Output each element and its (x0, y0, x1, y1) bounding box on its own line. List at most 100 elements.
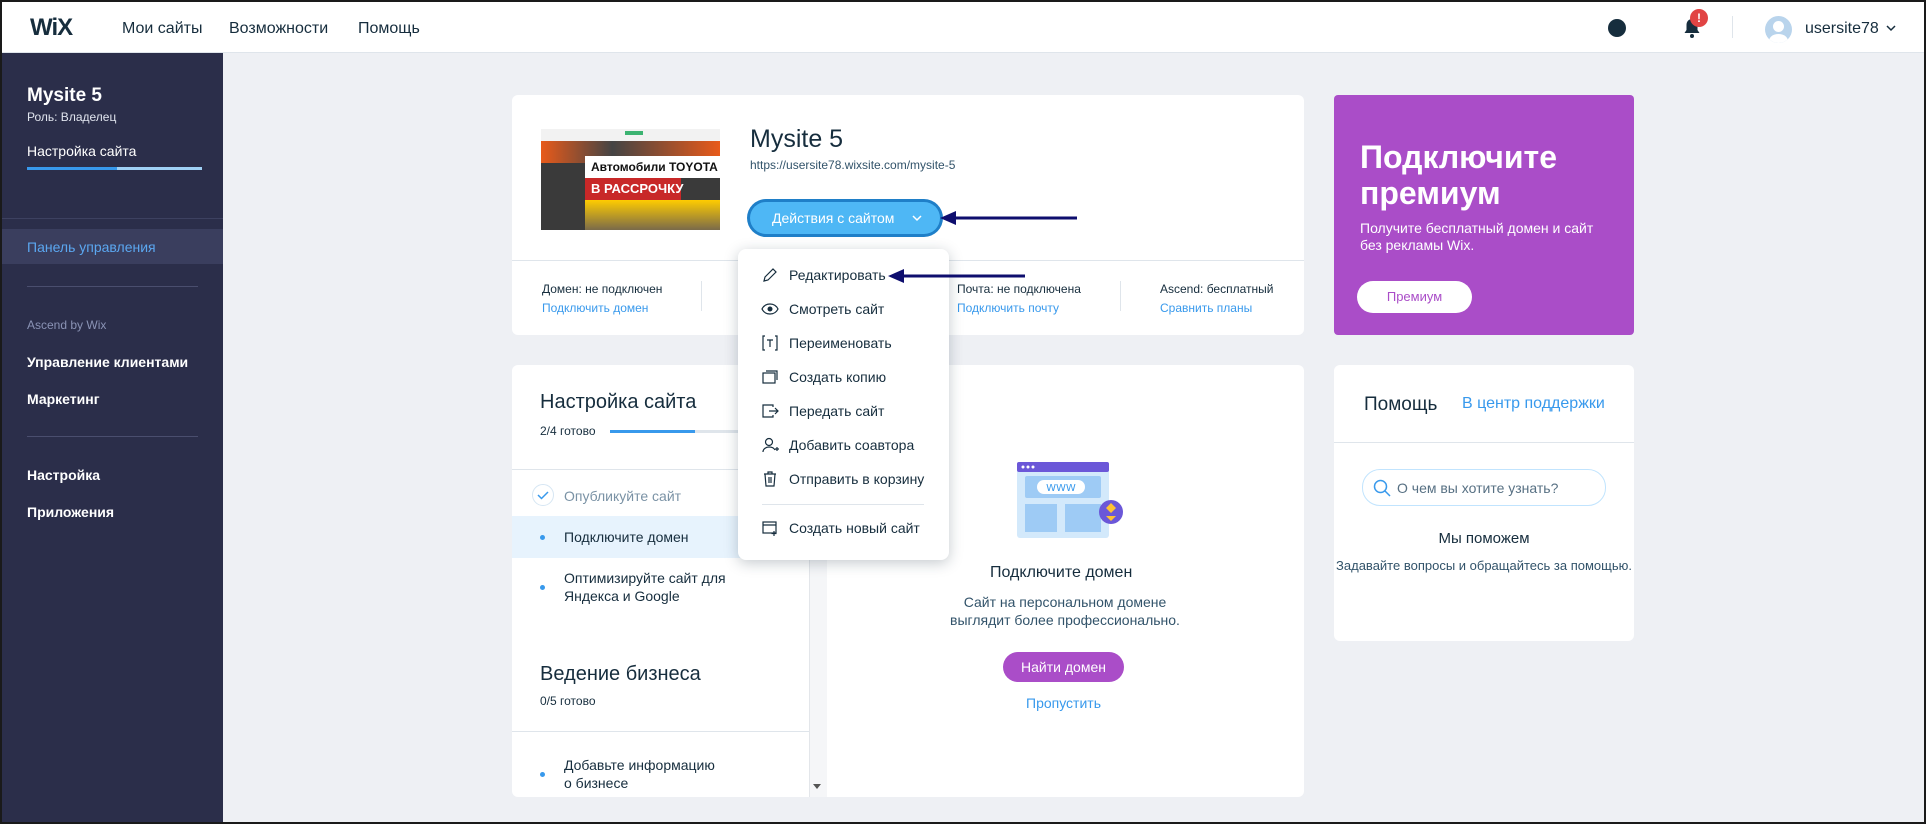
menu-item-label: Отправить в корзину (789, 471, 925, 487)
setup-count: 2/4 готово (540, 424, 596, 438)
divider (1732, 16, 1733, 38)
business-title: Ведение бизнеса (540, 663, 701, 685)
menu-item-label: Создать копию (789, 369, 887, 385)
site-actions-menu: Редактировать Смотреть сайт Переименоват… (738, 249, 949, 560)
search-icon (1373, 479, 1391, 497)
task-label: Опубликуйте сайт (564, 488, 682, 504)
thumb-text: В РАССРОЧКУ (591, 181, 684, 196)
check-icon (532, 484, 554, 506)
arrow-annotation (888, 269, 1025, 283)
arrow-annotation (940, 211, 1077, 225)
task-business-info[interactable]: Добавьте информацию о бизнесе (512, 755, 809, 795)
site-actions-button[interactable]: Действия с сайтом (750, 202, 940, 234)
menu-item-label: Передать сайт (789, 403, 885, 419)
domain-title: Подключите домен (990, 564, 1133, 581)
bullet-icon (540, 772, 545, 777)
domain-subtitle: Сайт на персональном домене выглядит бол… (950, 594, 1180, 628)
nav-help[interactable]: Помощь (358, 20, 420, 38)
sidebar-section-label: Ascend by Wix (27, 318, 107, 332)
support-center-link[interactable]: В центр поддержки (1462, 395, 1605, 413)
help-description: Задавайте вопросы и обращайтесь за помощ… (1336, 558, 1632, 573)
menu-item-label: Смотреть сайт (789, 301, 885, 317)
sidebar-site-name: Mysite 5 (27, 85, 102, 106)
sidebar-item-settings[interactable]: Настройка (27, 467, 100, 483)
menu-item-label: Редактировать (789, 267, 886, 283)
menu-item-label: Переименовать (789, 335, 892, 351)
find-domain-button[interactable]: Найти домен (1003, 652, 1124, 682)
divider (701, 281, 702, 311)
sidebar-item-marketing[interactable]: Маркетинг (27, 391, 100, 407)
menu-item-rename[interactable]: Переименовать (738, 328, 949, 358)
help-title: Помощь (1364, 394, 1438, 415)
menu-item-transfer[interactable]: Передать сайт (738, 396, 949, 426)
bullet-icon (540, 585, 545, 590)
connect-domain-link[interactable]: Подключить домен (542, 301, 648, 315)
task-label: Подключите домен (564, 529, 689, 545)
bullet-icon (540, 535, 545, 540)
avatar[interactable] (1765, 16, 1792, 43)
scroll-down-icon[interactable] (812, 782, 822, 790)
premium-card: Подключите премиум Получите бесплатный д… (1334, 95, 1634, 335)
premium-subtitle: Получите бесплатный домен и сайт без рек… (1360, 220, 1594, 253)
menu-item-view[interactable]: Смотреть сайт (738, 294, 949, 324)
sidebar-setup-progress (27, 167, 202, 170)
task-label: Добавьте информацию о бизнесе (564, 757, 715, 791)
menu-item-add-collaborator[interactable]: Добавить соавтора (738, 430, 949, 460)
ascend-status: Ascend: бесплатный (1160, 282, 1274, 296)
chat-icon[interactable] (1608, 19, 1626, 37)
site-url[interactable]: https://usersite78.wixsite.com/mysite-5 (750, 158, 955, 172)
task-optimize-seo[interactable]: Оптимизируйте сайт для Яндекса и Google (512, 566, 809, 610)
wix-logo[interactable]: WiX (30, 14, 73, 42)
sidebar-setup-link[interactable]: Настройка сайта (27, 143, 136, 159)
divider (0, 218, 223, 219)
notification-badge: ! (1690, 9, 1708, 27)
sidebar-item-dashboard[interactable]: Панель управления (0, 229, 223, 264)
rename-icon (762, 335, 778, 351)
chevron-down-icon[interactable] (1885, 22, 1897, 34)
add-user-icon (762, 437, 779, 453)
new-site-icon (762, 521, 777, 536)
site-title: Mysite 5 (750, 125, 844, 153)
nav-my-sites[interactable]: Мои сайты (122, 20, 202, 38)
sidebar: Mysite 5 Роль: Владелец Настройка сайта … (0, 53, 223, 824)
help-heading: Мы поможем (1438, 530, 1530, 547)
business-count: 0/5 готово (540, 694, 596, 708)
divider (27, 436, 198, 437)
divider (1334, 442, 1634, 443)
compare-plans-link[interactable]: Сравнить планы (1160, 301, 1252, 315)
connect-mail-link[interactable]: Подключить почту (957, 301, 1059, 315)
trash-icon (764, 471, 776, 487)
menu-item-trash[interactable]: Отправить в корзину (738, 464, 949, 494)
divider (762, 504, 924, 505)
site-thumbnail[interactable]: Автомобили TOYOTA В РАССРОЧКУ (541, 129, 720, 230)
divider (27, 286, 198, 287)
sidebar-item-apps[interactable]: Приложения (27, 504, 114, 520)
username[interactable]: usersite78 (1805, 20, 1879, 38)
menu-item-create-new-site[interactable]: Создать новый сайт (738, 513, 949, 543)
mail-status: Почта: не подключена (957, 282, 1081, 296)
premium-title: Подключите премиум (1360, 139, 1557, 211)
skip-link[interactable]: Пропустить (1026, 695, 1101, 711)
sidebar-role: Роль: Владелец (27, 110, 117, 124)
divider (1120, 281, 1121, 311)
premium-button[interactable]: Премиум (1357, 281, 1472, 313)
setup-progress-bar (610, 430, 740, 433)
eye-icon (761, 303, 779, 315)
transfer-icon (762, 404, 779, 418)
nav-features[interactable]: Возможности (229, 20, 328, 38)
thumb-text: Автомобили TOYOTA (591, 160, 718, 174)
help-search-input[interactable] (1397, 478, 1592, 498)
copy-icon (762, 370, 778, 384)
domain-illustration-icon: WWW (1017, 462, 1123, 538)
chevron-down-icon (912, 215, 922, 222)
help-search[interactable] (1362, 469, 1606, 506)
menu-item-label: Создать новый сайт (789, 520, 920, 536)
setup-title: Настройка сайта (540, 391, 697, 413)
menu-item-duplicate[interactable]: Создать копию (738, 362, 949, 392)
sidebar-item-clients[interactable]: Управление клиентами (27, 354, 188, 370)
task-label: Оптимизируйте сайт для Яндекса и Google (564, 570, 726, 604)
divider (512, 731, 809, 732)
sidebar-item-label: Панель управления (27, 239, 156, 255)
domain-status: Домен: не подключен (542, 282, 663, 296)
menu-item-label: Добавить соавтора (789, 437, 915, 453)
